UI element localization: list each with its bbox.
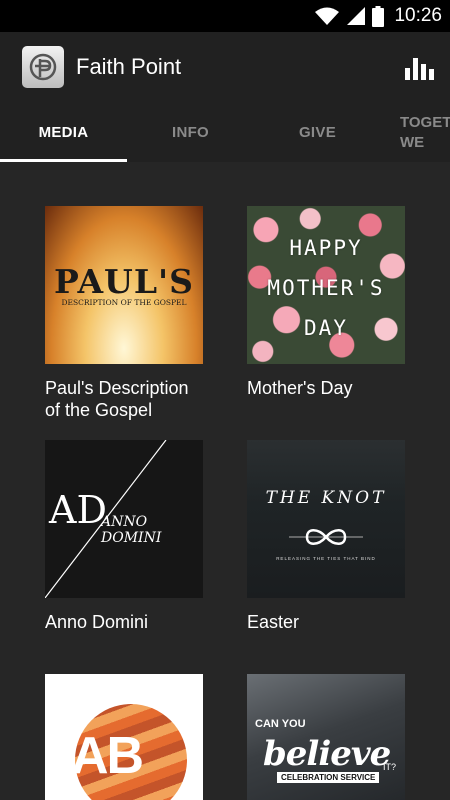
tab-bar: MEDIA INFO GIVE TOGET WE: [0, 102, 450, 162]
media-thumbnail: THE KNOT RELEASING THE TIES THAT BIND: [247, 440, 405, 598]
stats-button[interactable]: [402, 50, 436, 84]
app-bar: Faith Point: [0, 32, 450, 102]
thumbnail-title: AD: [49, 488, 107, 532]
media-title: Mother's Day: [247, 378, 353, 398]
tab-info[interactable]: INFO: [127, 102, 254, 162]
cellular-signal-icon: [347, 7, 366, 25]
media-thumbnail: HAPPY MOTHER'S DAY: [247, 206, 405, 364]
media-card[interactable]: PAUL'S DESCRIPTION OF THE GOSPEL Paul's …: [45, 206, 203, 421]
status-icons: 10:26: [314, 0, 442, 32]
tab-media[interactable]: MEDIA: [0, 102, 127, 162]
thumbnail-subtitle: DESCRIPTION OF THE GOSPEL: [61, 298, 187, 307]
thumbnail-title: AB: [71, 727, 144, 785]
media-thumbnail: AB: [45, 674, 203, 800]
thumbnail-title: believe: [263, 734, 391, 774]
thumbnail-title: PAUL'S: [54, 262, 194, 301]
thumbnail-kicker: CAN YOU: [255, 718, 306, 730]
tab-together[interactable]: TOGET WE: [400, 113, 450, 153]
knot-icon: [289, 529, 363, 545]
bar-chart-icon: [404, 68, 410, 80]
media-title: Paul's Description of the Gospel: [45, 378, 189, 420]
media-grid: PAUL'S DESCRIPTION OF THE GOSPEL Paul's …: [0, 162, 450, 800]
status-bar: 10:26: [0, 0, 450, 32]
thumbnail-suffix: IT?: [383, 762, 397, 772]
app-logo: [22, 46, 64, 88]
media-card[interactable]: AB: [45, 674, 203, 800]
app-title: Faith Point: [76, 54, 182, 79]
status-time: 10:26: [394, 5, 442, 26]
media-card[interactable]: HAPPY MOTHER'S DAY Mother's Day: [247, 206, 405, 399]
media-card[interactable]: THE KNOT RELEASING THE TIES THAT BIND Ea…: [247, 440, 405, 633]
thumbnail-subtitle: CELEBRATION SERVICE: [277, 772, 380, 783]
thumbnail-title: HAPPY MOTHER'S DAY: [267, 236, 385, 340]
media-title: Anno Domini: [45, 612, 149, 632]
thumbnail-subtitle: RELEASING THE TIES THAT BIND: [276, 556, 376, 561]
media-title: Easter: [247, 612, 300, 632]
media-card[interactable]: AD ANNO DOMINI Anno Domini: [45, 440, 203, 633]
battery-icon: [372, 5, 385, 27]
media-card[interactable]: CAN YOU believe IT? CELEBRATION SERVICE: [247, 674, 405, 800]
media-thumbnail: AD ANNO DOMINI: [45, 440, 203, 598]
wifi-icon: [315, 7, 340, 25]
tab-give[interactable]: GIVE: [254, 102, 381, 162]
media-thumbnail: PAUL'S DESCRIPTION OF THE GOSPEL: [45, 206, 203, 364]
thumbnail-subtitle: ANNO DOMINI: [101, 514, 162, 546]
faith-point-logo-icon: [29, 53, 57, 81]
media-thumbnail: CAN YOU believe IT? CELEBRATION SERVICE: [247, 674, 405, 800]
